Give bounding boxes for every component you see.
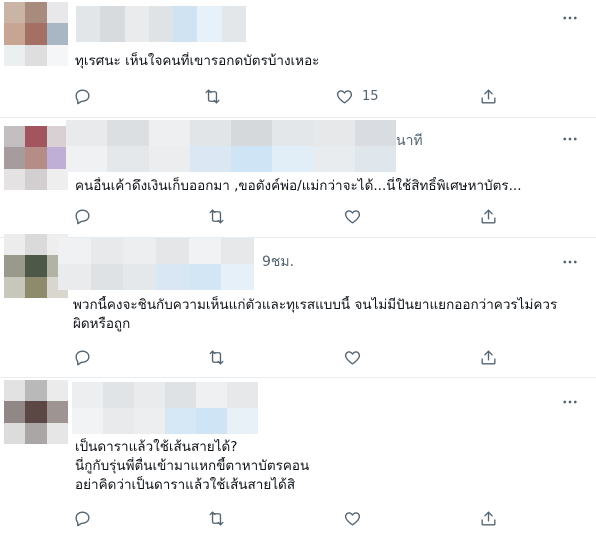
tweet[interactable]: นาที คนอื่นเค้าดึงเงินเก็บออกมา ,ขอตังค์…	[0, 118, 596, 238]
like-icon	[336, 89, 353, 104]
tweet-actions: 15	[70, 84, 500, 108]
tweet-text-line: เป็นดาราแล้วใช้เส้นสายได้?	[75, 439, 238, 455]
more-options-button[interactable]	[560, 131, 580, 147]
reply-button[interactable]	[73, 84, 92, 108]
like-button[interactable]	[343, 345, 362, 369]
reply-icon	[75, 88, 90, 104]
tweet-actions	[70, 506, 500, 530]
reply-button[interactable]	[73, 506, 92, 530]
tweet[interactable]: ทุเรศนะ เห็นใจคนที่เขารอกดบัตรบ้างเหอะ 1…	[0, 0, 596, 118]
tweet-text: พวกนี้คงจะชินกับความเห็นแก่ตัวและทุเรสแบ…	[73, 296, 582, 334]
retweet-icon	[205, 88, 220, 104]
share-button[interactable]	[479, 345, 498, 369]
share-button[interactable]	[479, 506, 498, 530]
tweet-actions	[70, 204, 500, 228]
avatar[interactable]	[4, 2, 68, 66]
share-button[interactable]	[479, 204, 498, 228]
tweet-text-line: คนอื่นเค้าดึงเงินเก็บออกมา ,ขอตังค์พ่อ/แ…	[75, 178, 522, 194]
more-icon	[563, 137, 577, 141]
tweet-text: เป็นดาราแล้วใช้เส้นสายได้? นี่กูกับรุ่นพ…	[75, 438, 582, 495]
tweet-text-line: ผิดหรือถูก	[73, 316, 131, 332]
retweet-icon	[209, 349, 224, 365]
tweet-timestamp[interactable]: นาที	[396, 130, 423, 152]
like-icon	[344, 209, 361, 224]
retweet-button[interactable]	[207, 345, 226, 369]
more-options-button[interactable]	[560, 10, 580, 26]
tweet[interactable]: 9ชม. พวกนี้คงจะชินกับความเห็นแก่ตัวและทุ…	[0, 234, 596, 378]
tweet-text-line: พวกนี้คงจะชินกับความเห็นแก่ตัวและทุเรสแบ…	[73, 297, 558, 313]
share-icon	[481, 510, 496, 526]
tweet-text-line: อย่าคิดว่าเป็นดาราแล้วใช้เส้นสายได้สิ	[75, 477, 296, 493]
retweet-button[interactable]	[203, 84, 222, 108]
username-blurred[interactable]	[76, 6, 246, 42]
more-options-button[interactable]	[560, 254, 580, 270]
like-button[interactable]	[343, 506, 362, 530]
tweet-timestamp[interactable]: 9ชม.	[262, 251, 294, 273]
like-button[interactable]	[343, 204, 362, 228]
username-blurred[interactable]	[58, 238, 254, 290]
username-blurred[interactable]	[72, 382, 258, 434]
tweet-text-line: นี่กูกับรุ่นพี่ตื่นเข้ามาแหกขี้ตาหาบัตรค…	[75, 458, 310, 474]
more-icon	[563, 400, 577, 404]
share-button[interactable]	[479, 84, 498, 108]
share-icon	[481, 349, 496, 365]
reply-icon	[75, 208, 90, 224]
retweet-button[interactable]	[207, 506, 226, 530]
more-icon	[563, 16, 577, 20]
tweet-feed: ทุเรศนะ เห็นใจคนที่เขารอกดบัตรบ้างเหอะ 1…	[0, 0, 596, 536]
avatar[interactable]	[4, 380, 68, 444]
like-button[interactable]: 15	[335, 84, 379, 108]
retweet-icon	[209, 510, 224, 526]
tweet-text: ทุเรศนะ เห็นใจคนที่เขารอกดบัตรบ้างเหอะ	[75, 52, 582, 71]
retweet-icon	[209, 208, 224, 224]
tweet-text: คนอื่นเค้าดึงเงินเก็บออกมา ,ขอตังค์พ่อ/แ…	[75, 177, 582, 196]
tweet-text-line: ทุเรศนะ เห็นใจคนที่เขารอกดบัตรบ้างเหอะ	[75, 53, 320, 69]
like-count: 15	[362, 88, 379, 104]
like-icon	[344, 511, 361, 526]
reply-icon	[75, 349, 90, 365]
username-blurred[interactable]	[66, 120, 396, 172]
like-icon	[344, 350, 361, 365]
reply-button[interactable]	[73, 204, 92, 228]
reply-icon	[75, 510, 90, 526]
more-options-button[interactable]	[560, 394, 580, 410]
tweet[interactable]: เป็นดาราแล้วใช้เส้นสายได้? นี่กูกับรุ่นพ…	[0, 378, 596, 536]
reply-button[interactable]	[73, 345, 92, 369]
avatar[interactable]	[4, 126, 68, 190]
retweet-button[interactable]	[207, 204, 226, 228]
share-icon	[481, 208, 496, 224]
tweet-actions	[70, 345, 500, 369]
share-icon	[481, 88, 496, 104]
more-icon	[563, 260, 577, 264]
